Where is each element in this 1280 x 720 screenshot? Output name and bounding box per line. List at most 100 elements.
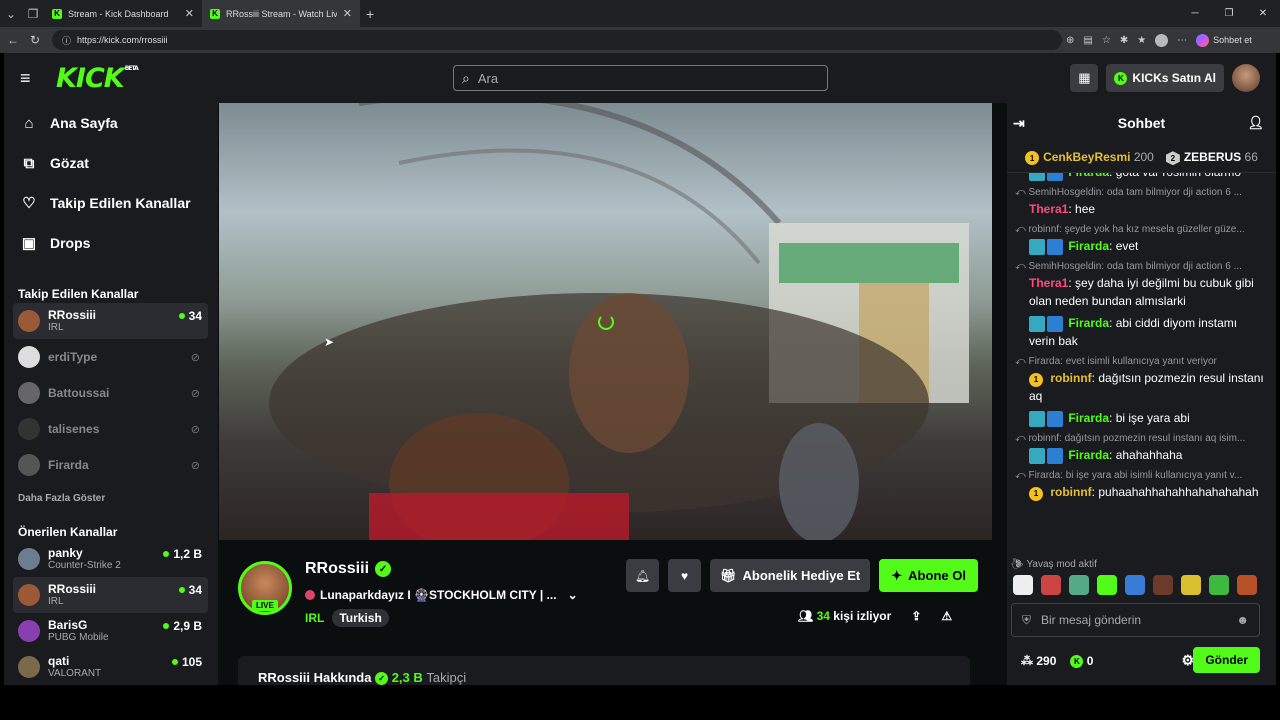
recommended-channel-barisg[interactable]: BarisG PUBG Mobile 2,9 B [13, 613, 208, 649]
maximize-icon[interactable]: ❐ [1212, 0, 1246, 27]
reply-context[interactable]: ⤺ SemihHosgeldin: oda tam bilmiyor dji a… [1011, 257, 1270, 272]
notification-button[interactable]: 🔔︎ [626, 559, 659, 592]
menu-icon[interactable]: ≡ [20, 68, 44, 89]
dashboard-button[interactable]: ▦ [1070, 64, 1099, 92]
emote-icon[interactable] [1041, 575, 1061, 595]
reply-context[interactable]: ⤺ Firarda: evet isimli kullanıcıya yanıt… [1011, 352, 1270, 367]
close-window-icon[interactable]: ✕ [1246, 0, 1280, 27]
followed-channel-rrossiii[interactable]: RRossiii IRL 34 [13, 303, 208, 339]
favorites-icon[interactable]: ★ [1137, 35, 1146, 46]
chat-message: 1 robinnf: dağıtsın pozmezin resul insta… [1029, 371, 1264, 403]
video-player[interactable]: ➤ [219, 103, 992, 540]
tab-close-icon[interactable]: ✕ [343, 7, 352, 20]
reload-icon[interactable]: ↻ [24, 33, 46, 47]
workspaces-icon[interactable]: ❐ [22, 3, 44, 25]
url-field[interactable]: ⓘ https://kick.com/rrossiii [52, 30, 1062, 50]
chat-username[interactable]: Firarda [1068, 448, 1109, 462]
buy-kicks-button[interactable]: K KICKs Satın Al [1106, 64, 1224, 92]
chat-username[interactable]: Thera1 [1029, 202, 1068, 216]
report-icon[interactable]: ⚠ [941, 609, 952, 623]
followed-channel-firarda[interactable]: Firarda ⊘ [13, 447, 208, 483]
nav-home[interactable]: ⌂ Ana Sayfa [4, 103, 218, 143]
reply-text: SemihHosgeldin: oda tam bilmiyor dji act… [1028, 261, 1242, 272]
kick-logo[interactable]: KICK BETA [56, 63, 139, 94]
viewer-count-text: 2,9 B [173, 619, 202, 633]
subscribe-button[interactable]: ✦ Abone Ol [879, 559, 978, 592]
emote-icon[interactable] [1125, 575, 1145, 595]
emote-icon[interactable] [1013, 575, 1033, 595]
reply-icon: ⤺ [1015, 356, 1029, 367]
followed-channel-battoussai[interactable]: Battoussai ⊘ [13, 375, 208, 411]
expand-title-icon[interactable]: ⌄ [568, 588, 578, 602]
emote-icon[interactable] [1069, 575, 1089, 595]
followed-channel-talisenes[interactable]: talisenes ⊘ [13, 411, 208, 447]
language-tag[interactable]: Turkish [332, 609, 389, 627]
chat-username[interactable]: robinnf [1050, 371, 1091, 385]
copilot-button[interactable]: Sohbet et [1196, 33, 1252, 47]
recommended-channel-panky[interactable]: panky Counter-Strike 2 1,2 B [13, 541, 208, 577]
extensions-icon[interactable]: ✱ [1120, 35, 1128, 46]
nav-browse[interactable]: ⧉ Gözat [4, 143, 218, 183]
reply-text: Firarda: bi işe yara abi isimli kullanıc… [1028, 470, 1243, 481]
favorite-star-icon[interactable]: ☆ [1102, 35, 1111, 46]
kicks-balance[interactable]: K 0 [1070, 654, 1093, 669]
gifter-1[interactable]: 1 CenkBeyResmi 200 [1025, 150, 1154, 166]
profile-icon[interactable] [1155, 33, 1169, 47]
show-more-link[interactable]: Daha Fazla Göster [4, 483, 218, 513]
emote-icon[interactable] [1237, 575, 1257, 595]
nav-drops[interactable]: ▣ Drops [4, 223, 218, 263]
follow-button[interactable]: ♥ [668, 559, 701, 592]
emote-icon[interactable] [1209, 575, 1229, 595]
emoji-picker-icon[interactable]: ☻ [1236, 613, 1249, 627]
chat-input[interactable]: ⛨ Bir mesaj gönderin ☻ [1011, 603, 1260, 637]
search-input[interactable]: ⌕ Ara [453, 65, 828, 91]
kick-favicon-icon: K [52, 8, 62, 19]
back-icon[interactable]: ← [2, 33, 24, 47]
avatar [18, 656, 40, 678]
stream-title: Lunaparkdayız I 🎡STOCKHOLM CITY | ... [320, 588, 557, 602]
chat-username[interactable]: Firarda [1068, 411, 1109, 425]
recommended-channel-qati[interactable]: qati VALORANT 105 [13, 649, 208, 685]
emote-icon[interactable] [1097, 575, 1117, 595]
gifter-2[interactable]: 2 ZEBERUS 66 [1165, 150, 1258, 166]
chat-username[interactable]: robinnf [1050, 485, 1091, 499]
reader-icon[interactable]: ▤ [1083, 35, 1092, 46]
reply-icon: ⤺ [1015, 470, 1029, 481]
channel-points[interactable]: ⁂ 290 [1021, 654, 1056, 668]
subscriber-badge-icon [1029, 173, 1045, 181]
channel-name: Firarda [48, 457, 89, 472]
emote-icon[interactable] [1181, 575, 1201, 595]
reply-context[interactable]: ⤺ Firarda: bi işe yara abi isimli kullan… [1011, 466, 1270, 481]
tab-menu-icon[interactable]: ⌄ [0, 3, 22, 25]
site-info-icon[interactable]: ⓘ [62, 34, 71, 47]
emote-icon[interactable] [1153, 575, 1173, 595]
nav-label: Ana Sayfa [50, 115, 118, 131]
chat-username[interactable]: Thera1 [1029, 276, 1068, 290]
reply-context[interactable]: ⤺ robinnf: şeyde yok ha kız mesela güzel… [1011, 220, 1270, 235]
zoom-icon[interactable]: ⊕ [1066, 35, 1074, 46]
channel-name[interactable]: RRossiii [305, 560, 369, 578]
share-icon[interactable]: ⇪ [911, 609, 921, 623]
category-link[interactable]: IRL [305, 611, 324, 625]
chat-username[interactable]: Firarda [1068, 173, 1109, 179]
chat-username[interactable]: Firarda [1068, 316, 1109, 330]
chat-settings-icon[interactable]: ⚙ [1181, 652, 1194, 669]
new-tab-icon[interactable]: + [366, 6, 374, 22]
followed-channel-erditype[interactable]: erdiType ⊘ [13, 339, 208, 375]
more-icon[interactable]: ⋯ [1177, 35, 1187, 46]
browser-tab-dashboard[interactable]: K Stream - Kick Dashboard ✕ [44, 0, 202, 27]
avatar [18, 584, 40, 606]
gift-subscription-button[interactable]: 🎁︎ Abonelik Hediye Et [710, 559, 871, 592]
reply-context[interactable]: ⤺ SemihHosgeldin: oda tam bilmiyor dji a… [1011, 183, 1270, 198]
minimize-icon[interactable]: ─ [1178, 0, 1212, 27]
user-avatar[interactable] [1232, 64, 1260, 92]
nav-following[interactable]: ♡ Takip Edilen Kanallar [4, 183, 218, 223]
browser-tab-stream[interactable]: K RRossiii Stream - Watch Live on Kick ✕ [202, 0, 360, 27]
chat-username[interactable]: Firarda [1068, 239, 1109, 253]
tab-close-icon[interactable]: ✕ [185, 7, 194, 20]
recommended-channel-rrossiii[interactable]: RRossiii IRL 34 [13, 577, 208, 613]
send-button[interactable]: Gönder [1193, 647, 1260, 673]
reply-context[interactable]: ⤺ robinnf: dağıtsın pozmezin resul insta… [1011, 429, 1270, 444]
collapse-chat-icon[interactable]: ⇥ [1013, 115, 1025, 132]
chat-users-icon[interactable]: 👤︎ [1247, 115, 1264, 131]
